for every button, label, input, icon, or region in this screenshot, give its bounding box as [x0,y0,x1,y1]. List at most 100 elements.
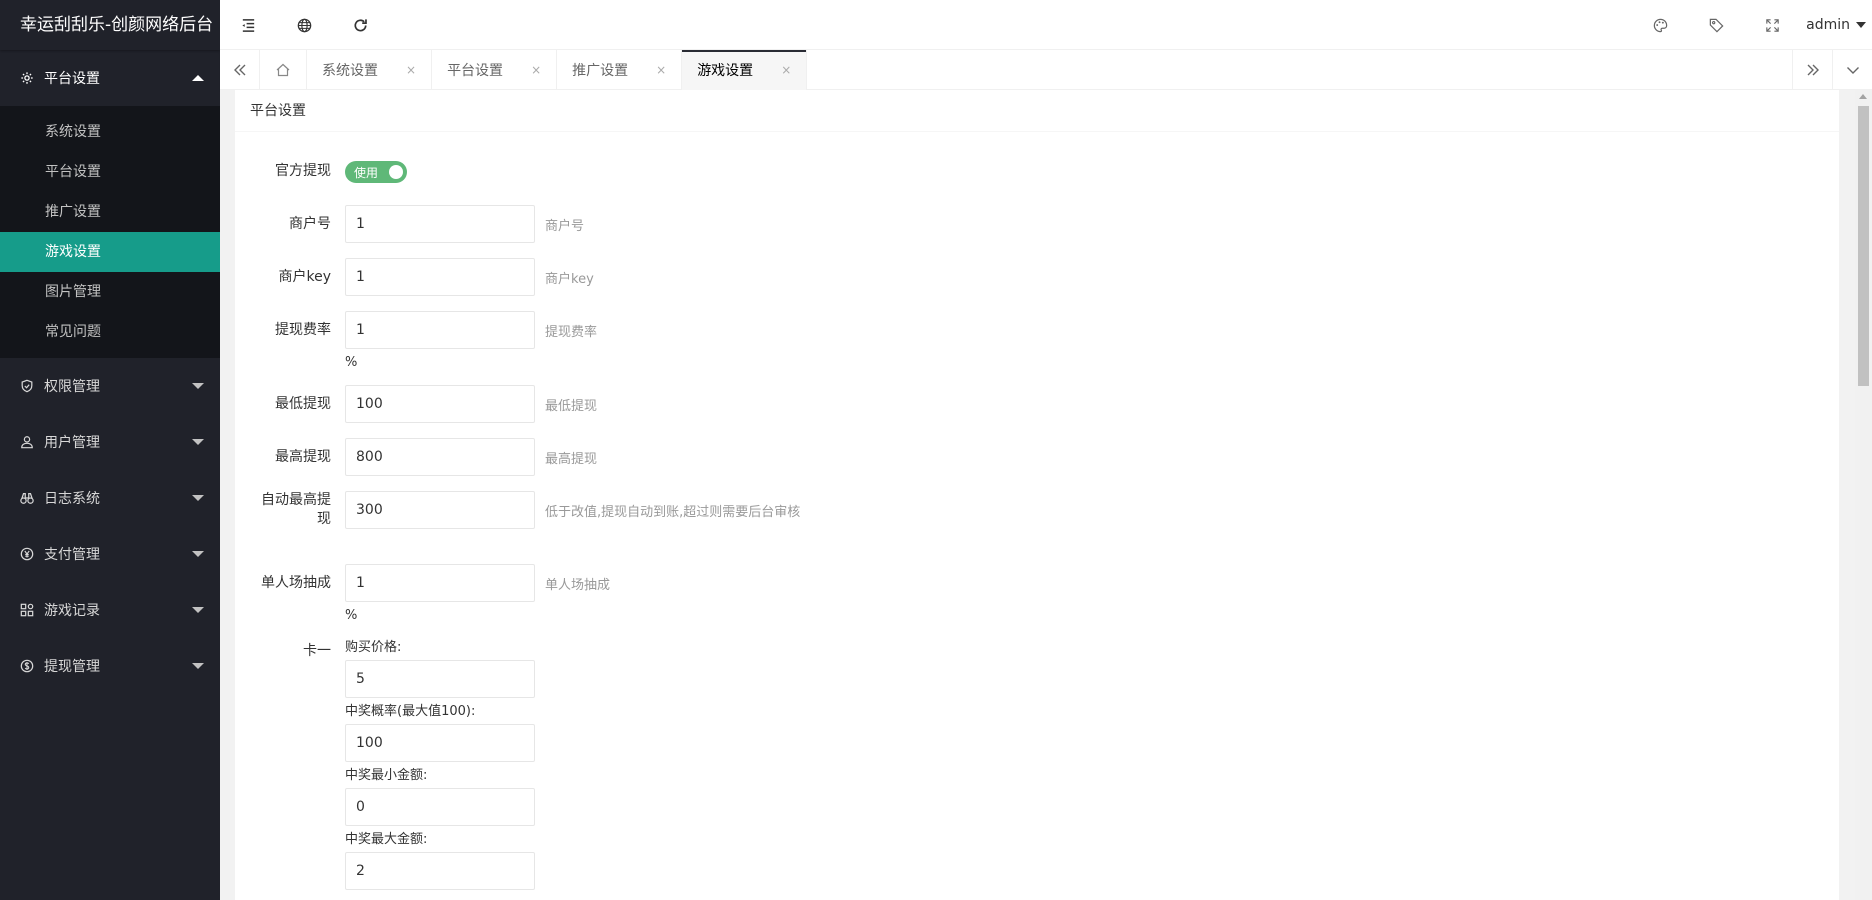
content-scrollbar[interactable] [1855,90,1872,900]
apps-icon [20,603,34,617]
username: admin [1806,17,1850,33]
field-label: 商户号 [289,216,331,232]
merchant-key-input[interactable] [345,258,535,296]
sidebar-item-image-management[interactable]: 图片管理 [0,272,220,312]
caret-down-icon [1856,22,1866,28]
field-hint: 商户key [545,271,594,287]
tab-promotion-settings[interactable]: 推广设置 × [557,50,683,90]
nav-head-logs[interactable]: 日志系统 [0,470,220,526]
row-auto-max-withdraw: 自动最高提 现 低于改值,提现自动到账,超过则需要后台审核 [235,491,1839,529]
row-single-cut: 单人场抽成 单人场抽成 % [235,564,1839,623]
nav-head-users[interactable]: 用户管理 [0,414,220,470]
min-withdraw-input[interactable] [345,385,535,423]
tag-icon [1709,18,1724,33]
label-line: 现 [317,511,331,527]
field-label: 最高提现 [275,449,331,465]
close-icon[interactable]: × [531,63,541,77]
tabs-right-controls [1792,50,1872,90]
sidebar-item-system-settings[interactable]: 系统设置 [0,112,220,152]
merchant-no-input[interactable] [345,205,535,243]
home-icon [276,63,290,77]
user-icon [20,435,34,449]
chevron-down-icon [1846,67,1859,74]
nav-head-payment[interactable]: 支付管理 [0,526,220,582]
row-official-withdraw: 官方提现 使用 [235,152,1839,190]
yen-icon [20,547,34,561]
nav-head-withdraw[interactable]: 提现管理 [0,638,220,694]
row-fee-rate: 提现费率 提现费率 % [235,311,1839,370]
nav-head-permissions[interactable]: 权限管理 [0,358,220,414]
nav-head-game-records[interactable]: 游戏记录 [0,582,220,638]
max-withdraw-input[interactable] [345,438,535,476]
field-label: 卡一 [303,643,331,659]
tab-label: 系统设置 [322,63,378,79]
nav-head-label: 提现管理 [44,659,100,675]
official-withdraw-toggle[interactable]: 使用 [345,161,407,183]
field-hint: 商户号 [545,218,585,234]
website-button[interactable] [276,0,332,50]
field-label: 自动最高提 现 [235,491,345,529]
sidebar-item-promotion-settings[interactable]: 推广设置 [0,192,220,232]
row-min-withdraw: 最低提现 最低提现 [235,385,1839,423]
field-hint: 最高提现 [545,451,598,467]
label-line: 自动最高提 [261,492,331,508]
scroll-up-arrow-icon[interactable] [1859,94,1867,99]
indent-icon [241,18,254,32]
nav-head-platform[interactable]: 平台设置 [0,50,220,106]
fee-rate-input[interactable] [345,311,535,349]
auto-max-withdraw-input[interactable] [345,491,535,529]
caret-down-icon [192,383,204,389]
card-title: 平台设置 [235,90,1839,132]
tab-home[interactable] [260,50,307,90]
caret-down-icon [192,495,204,501]
top-header: admin [220,0,1872,50]
double-chevron-left-icon [233,64,245,76]
collapse-sidebar-button[interactable] [220,0,276,50]
sidebar-item-faq[interactable]: 常见问题 [0,312,220,352]
nav-sub-platform: 系统设置 平台设置 推广设置 游戏设置 图片管理 常见问题 [0,106,220,358]
scrollbar-thumb[interactable] [1858,106,1869,386]
tab-list: 系统设置 × 平台设置 × 推广设置 × 游戏设置 × [260,50,808,90]
app-title: 幸运刮刮乐-创颜网络后台 [0,0,220,50]
single-cut-input[interactable] [345,564,535,602]
percent-unit: % [345,355,358,370]
tab-system-settings[interactable]: 系统设置 × [307,50,433,90]
row-card-1: 卡一 购买价格: 中奖概率(最大值100): 中奖最小金额: 中奖最大金额: [235,638,1839,894]
theme-button[interactable] [1632,0,1688,50]
field-hint: 低于改值,提现自动到账,超过则需要后台审核 [545,504,801,520]
close-icon[interactable]: × [781,63,791,77]
page-tabs: 系统设置 × 平台设置 × 推广设置 × 游戏设置 × [220,50,1872,90]
card-min-amount-input[interactable] [345,788,535,826]
header-left-tools [220,0,388,50]
gear-icon [20,71,34,85]
card-probability-input[interactable] [345,724,535,762]
tag-button[interactable] [1688,0,1744,50]
sidebar-item-game-settings[interactable]: 游戏设置 [0,232,220,272]
toggle-knob [389,165,403,179]
tabs-menu-button[interactable] [1832,50,1872,90]
card-max-amount-input[interactable] [345,852,535,890]
nav-head-label: 游戏记录 [44,603,100,619]
header-right-tools: admin [1632,0,1872,50]
shield-icon [20,379,34,393]
fullscreen-button[interactable] [1744,0,1800,50]
card-price-input[interactable] [345,660,535,698]
settings-form: 官方提现 使用 商户号 商户号 商户key 商户key [235,132,1839,894]
field-label: 提现费率 [275,322,331,338]
field-label: 最低提现 [275,396,331,412]
user-menu[interactable]: admin [1800,17,1872,33]
nav-head-label: 用户管理 [44,435,100,451]
sidebar-item-platform-settings[interactable]: 平台设置 [0,152,220,192]
tabs-scroll-left-button[interactable] [220,50,260,90]
close-icon[interactable]: × [406,63,416,77]
tabs-scroll-right-button[interactable] [1792,50,1832,90]
caret-down-icon [192,607,204,613]
tab-label: 游戏设置 [697,63,754,79]
tab-game-settings[interactable]: 游戏设置 × [682,50,808,90]
row-merchant-key: 商户key 商户key [235,258,1839,296]
field-label: 单人场抽成 [261,575,331,591]
close-icon[interactable]: × [656,63,666,77]
refresh-button[interactable] [332,0,388,50]
globe-icon [297,18,311,32]
tab-platform-settings[interactable]: 平台设置 × [432,50,558,90]
